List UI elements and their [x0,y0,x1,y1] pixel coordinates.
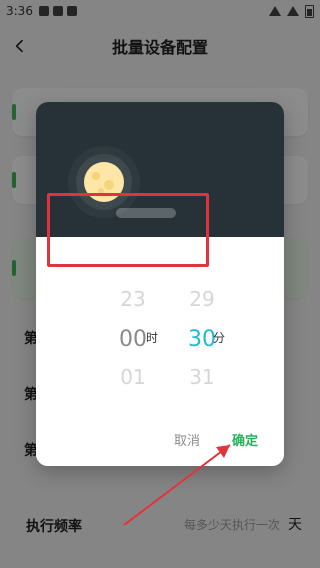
hour-unit: 时 [146,331,159,345]
moon-crater-1 [92,172,100,180]
hour-next: 01 [120,365,146,389]
dialog-actions: 取消 确定 [36,408,284,466]
cancel-button[interactable]: 取消 [174,430,200,449]
time-picker: 23 00 01 时 29 30 31 分 取消 确定 [36,237,284,466]
minute-unit: 分 [213,331,226,345]
confirm-button[interactable]: 确定 [232,430,258,449]
dialog-header [36,102,284,237]
minute-prev: 29 [189,287,215,311]
moon-crater-2 [104,180,114,190]
moon-icon [84,162,124,202]
cloud-icon [116,208,176,218]
time-picker-dialog: 23 00 01 时 29 30 31 分 取消 确定 [36,102,284,466]
moon-crater-3 [98,188,104,194]
hour-prev: 23 [120,287,146,311]
minute-next: 31 [189,365,215,389]
